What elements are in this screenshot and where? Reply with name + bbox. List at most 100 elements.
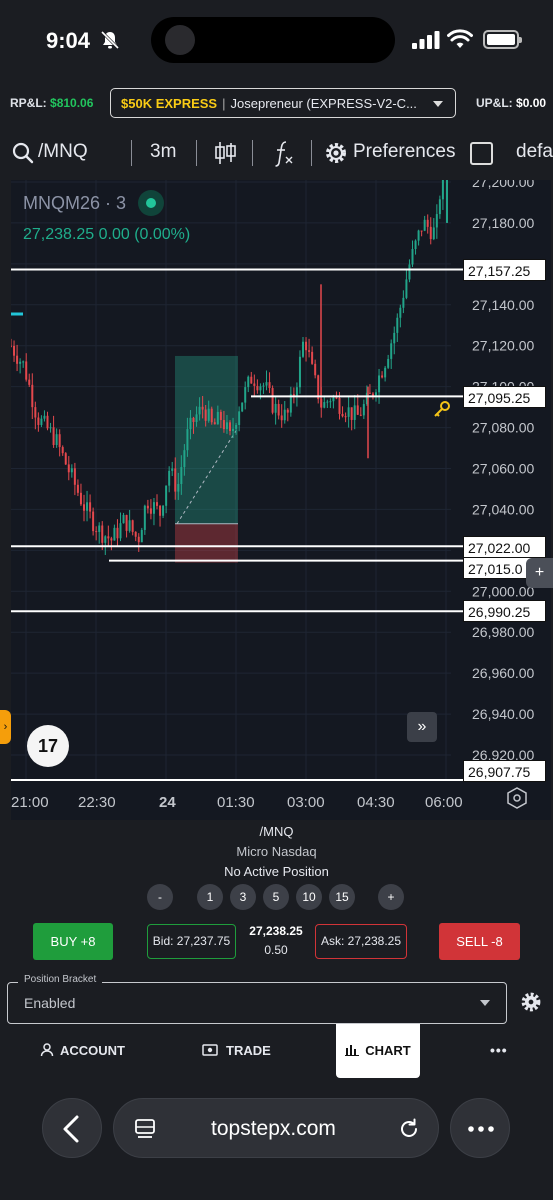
qty-button-5[interactable]: 5 (263, 884, 289, 910)
price-level-label[interactable]: 27,022.00 (463, 536, 546, 558)
candle-body (119, 523, 122, 539)
interval-button[interactable]: 3m (150, 141, 176, 163)
bracket-settings-gear-icon[interactable] (520, 991, 542, 1013)
candle-body (171, 468, 174, 471)
layout-name[interactable]: defa (516, 141, 553, 163)
price-level-label[interactable]: 27,095.25 (463, 386, 546, 408)
candle-body (143, 505, 146, 530)
price-chart[interactable]: 27,200.0027,180.0027,160.0027,140.0027,1… (11, 180, 551, 820)
candle-body (137, 536, 140, 543)
candle-body (146, 505, 149, 509)
buy-button[interactable]: BUY +8 (33, 923, 113, 960)
price-level-label[interactable]: 26,907.75 (463, 760, 546, 782)
axis-settings-icon (507, 787, 527, 809)
candle-body (204, 409, 207, 421)
flashlight-icon (165, 25, 195, 55)
candle-body (125, 514, 128, 531)
y-axis-label: 26,980.00 (472, 624, 534, 640)
qty-decrease-button[interactable]: - (147, 884, 173, 910)
tab-account[interactable]: ACCOUNT (40, 1024, 125, 1078)
candle-body (192, 417, 195, 422)
candle-body (302, 341, 304, 357)
candle-body (49, 427, 52, 429)
price-level-label[interactable]: 26,990.25 (463, 600, 546, 622)
browser-menu-button[interactable] (450, 1098, 510, 1158)
status-bar: 9:04 (0, 0, 553, 84)
candle-body (423, 219, 426, 231)
candle-body (11, 345, 12, 347)
ask-price[interactable]: Ask: 27,238.25 (315, 924, 407, 959)
candle-body (262, 385, 265, 387)
bid-price[interactable]: Bid: 27,237.75 (147, 924, 236, 959)
indicators-icon[interactable] (272, 139, 296, 167)
candle-body (113, 527, 116, 541)
candle-body (189, 417, 192, 430)
qty-button-10[interactable]: 10 (296, 884, 322, 910)
candle-body (46, 415, 49, 429)
candle-body (140, 529, 143, 543)
candle-body (98, 525, 101, 532)
qty-button-1[interactable]: 1 (197, 884, 223, 910)
candlestick-type-icon[interactable] (213, 140, 237, 166)
more-menu-button[interactable]: ••• (490, 1042, 508, 1058)
candle-body (432, 227, 435, 240)
gear-icon[interactable] (324, 141, 348, 165)
scroll-to-realtime-button[interactable]: » (407, 712, 437, 742)
candle-body (253, 383, 256, 386)
qty-button-3[interactable]: 3 (230, 884, 256, 910)
tab-trade-label: TRADE (226, 1043, 271, 1058)
candle-body (43, 415, 46, 419)
candle-body (13, 345, 16, 356)
drawing-panel-toggle[interactable]: › (0, 710, 11, 744)
candle-body (101, 525, 104, 543)
candle-body (104, 536, 107, 543)
tab-chart[interactable]: CHART (336, 1024, 420, 1078)
x-axis-label: 04:30 (357, 794, 395, 811)
symbol-search[interactable]: /MNQ (38, 141, 88, 163)
candle-body (79, 492, 82, 505)
candle-body (216, 411, 219, 425)
bar-chart-icon (345, 1045, 360, 1056)
back-button[interactable] (42, 1098, 102, 1158)
candle-body (329, 401, 332, 403)
axis-settings-icon-dot (513, 794, 521, 802)
candle-body (359, 414, 362, 416)
candle-body (286, 409, 289, 413)
candle-body (159, 505, 162, 516)
add-order-button[interactable]: + (526, 558, 553, 588)
candle-body (229, 422, 231, 432)
x-axis-label: 24 (159, 794, 176, 811)
account-selector[interactable]: $50K EXPRESS | Josepreneur (EXPRESS-V2-C..… (110, 88, 456, 118)
qty-increase-button[interactable]: + (378, 884, 404, 910)
y-axis-label: 27,000.00 (472, 583, 534, 599)
x-axis-label: 06:00 (425, 794, 463, 811)
candle-body (405, 279, 408, 298)
sell-button[interactable]: SELL -8 (439, 923, 520, 960)
search-icon[interactable] (12, 142, 34, 164)
candle-body (134, 531, 137, 537)
y-axis-label: 27,200.00 (472, 180, 534, 190)
tabs-icon (135, 1119, 155, 1138)
position-bracket-select[interactable]: Position Bracket Enabled (7, 974, 507, 1024)
candle-body (40, 418, 43, 425)
layout-checkbox[interactable] (470, 142, 493, 165)
unrealized-pnl-value: $0.00 (516, 96, 547, 110)
instrument-info: /MNQ Micro Nasdaq No Active Position (0, 822, 553, 882)
candle-body (222, 420, 225, 430)
candle-body (162, 505, 165, 516)
candle-body (323, 402, 326, 408)
candle-body (411, 249, 414, 265)
preferences-button[interactable]: Preferences (353, 141, 455, 163)
user-icon (40, 1043, 54, 1057)
qty-button-15[interactable]: 15 (329, 884, 355, 910)
price-level-label[interactable]: 27,157.25 (463, 259, 546, 281)
tab-trade[interactable]: TRADE (202, 1024, 271, 1078)
reload-icon[interactable] (397, 1117, 421, 1141)
candle-body (149, 508, 152, 514)
candle-body (128, 520, 131, 531)
account-tier: $50K EXPRESS (121, 96, 218, 111)
candle-body (314, 363, 317, 376)
address-bar[interactable]: topstepx.com (113, 1098, 439, 1158)
legend-symbol: MNQM26 · 3 (23, 193, 127, 214)
candle-body (186, 429, 189, 451)
